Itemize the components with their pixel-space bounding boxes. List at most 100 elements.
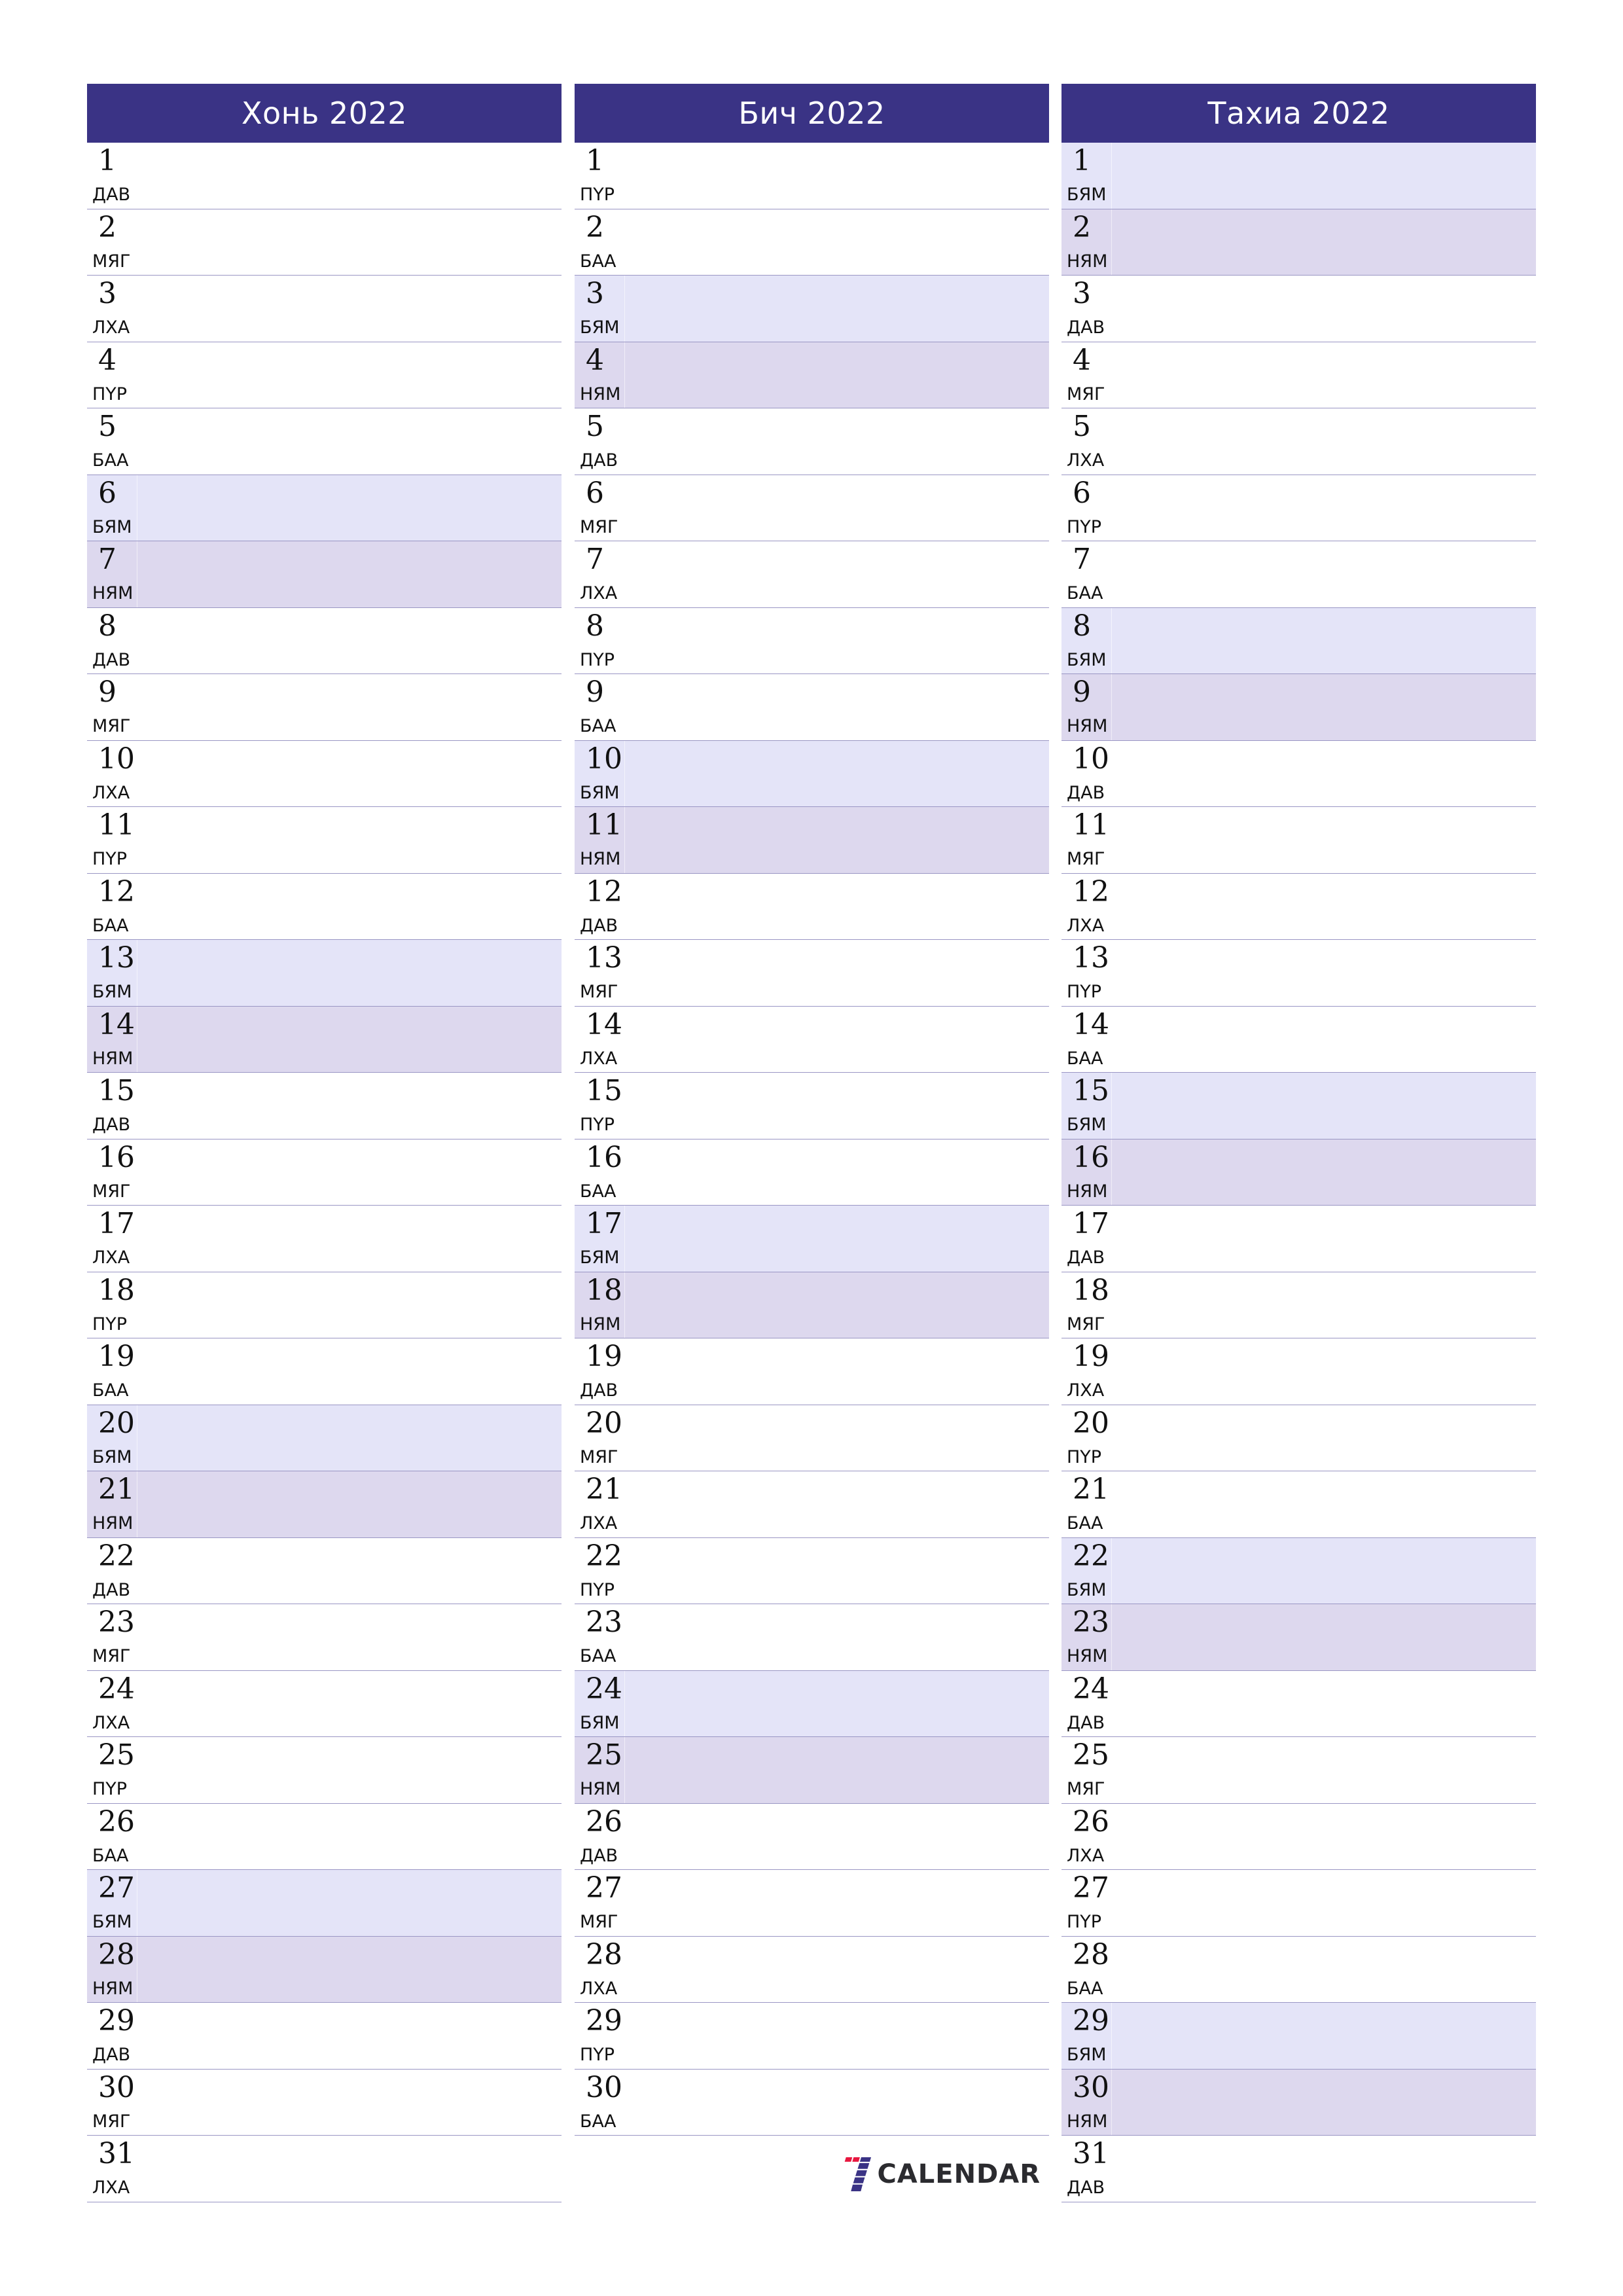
row-separator <box>624 873 625 939</box>
weekday-label: БАА <box>92 915 129 936</box>
weekday-label: БАА <box>580 2111 616 2132</box>
weekday-label: МЯГ <box>92 1181 131 1202</box>
weekday-label: БЯМ <box>1067 1115 1107 1135</box>
month-header: Тахиа 2022 <box>1061 84 1536 143</box>
seven-logo-icon <box>844 2157 872 2192</box>
day-number: 29 <box>586 2004 622 2037</box>
row-separator <box>624 1803 625 1869</box>
weekday-label: БЯМ <box>580 317 620 338</box>
day-number: 15 <box>586 1074 622 1107</box>
day-number: 7 <box>586 543 604 576</box>
weekday-label: БАА <box>92 1380 129 1401</box>
weekday-label: НЯМ <box>580 1779 621 1799</box>
weekday-label: БЯМ <box>1067 2045 1107 2065</box>
day-number: 15 <box>98 1074 135 1107</box>
day-number: 26 <box>98 1804 135 1839</box>
day-row: 4 МЯГ <box>1061 342 1536 408</box>
day-number: 7 <box>98 543 116 576</box>
day-row: 4 НЯМ <box>575 342 1049 408</box>
day-number: 24 <box>98 1672 135 1706</box>
day-number: 18 <box>586 1273 622 1307</box>
day-number: 2 <box>98 210 116 244</box>
day-number: 25 <box>98 1738 135 1772</box>
row-separator <box>624 607 625 673</box>
row-separator <box>1111 209 1112 275</box>
day-number: 6 <box>98 476 116 510</box>
row-separator <box>1111 2136 1112 2202</box>
day-number: 9 <box>586 675 604 709</box>
weekday-label: ДАВ <box>1067 1712 1105 1733</box>
day-number: 19 <box>586 1340 622 1373</box>
day-number: 26 <box>586 1804 622 1839</box>
weekday-label: ПҮР <box>1067 982 1102 1002</box>
day-row: 18 ПҮР <box>87 1272 562 1338</box>
day-number: 7 <box>1073 543 1091 576</box>
row-separator <box>624 1073 625 1139</box>
day-row: 13 ПҮР <box>1061 940 1536 1007</box>
day-row: 16 НЯМ <box>1061 1139 1536 1206</box>
row-separator <box>1111 1803 1112 1869</box>
day-number: 22 <box>1073 1539 1109 1573</box>
month-column-2: Бич 2022 1 ПҮР 2 БАА 3 БЯМ 4 НЯМ 5 ДАВ 6 МЯГ 7 ЛХА 8 ПҮ… <box>575 84 1049 2136</box>
day-row: 22 ДАВ <box>87 1537 562 1604</box>
weekday-label: ПҮР <box>1067 516 1102 537</box>
day-number: 21 <box>1073 1473 1109 1506</box>
day-number: 13 <box>98 941 135 975</box>
day-number: 1 <box>98 144 116 177</box>
weekday-label: БЯМ <box>580 782 620 803</box>
day-number: 2 <box>1073 210 1091 244</box>
day-list: 1 ДАВ 2 МЯГ 3 ЛХА 4 ПҮР 5 БАА 6 БЯМ 7 НЯМ 8 ДАВ 9 МЯГ 10 ЛХ… <box>87 143 562 2202</box>
row-separator <box>624 1471 625 1537</box>
row-separator <box>1111 143 1112 209</box>
weekday-label: БЯМ <box>1067 185 1107 205</box>
day-row: 22 БЯМ <box>1061 1537 1536 1604</box>
weekday-label: ЛХА <box>1067 1845 1105 1866</box>
row-separator <box>624 1338 625 1405</box>
row-separator <box>624 209 625 275</box>
weekday-label: ЛХА <box>580 1978 618 1999</box>
row-separator <box>1111 1737 1112 1803</box>
month-title: Бич 2022 <box>738 96 885 131</box>
row-separator <box>624 475 625 541</box>
day-number: 21 <box>98 1473 135 1506</box>
weekday-label: БАА <box>1067 583 1103 603</box>
day-row: 25 ПҮР <box>87 1737 562 1804</box>
day-number: 5 <box>586 410 604 443</box>
day-number: 10 <box>98 742 135 776</box>
month-header: Бич 2022 <box>575 84 1049 143</box>
day-number: 16 <box>1073 1140 1109 1174</box>
day-row: 22 ПҮР <box>575 1537 1049 1604</box>
weekday-label: ЛХА <box>580 1513 618 1534</box>
weekday-label: БЯМ <box>580 1247 620 1268</box>
brand-logo: CALENDAR <box>844 2148 1041 2200</box>
day-number: 25 <box>1073 1738 1109 1772</box>
day-list: 1 ПҮР 2 БАА 3 БЯМ 4 НЯМ 5 ДАВ 6 МЯГ 7 ЛХА 8 ПҮР 9 БАА 10 БЯ… <box>575 143 1049 2136</box>
row-separator <box>1111 940 1112 1006</box>
day-number: 24 <box>1073 1672 1109 1706</box>
day-number: 20 <box>1073 1406 1109 1440</box>
row-separator <box>624 1206 625 1272</box>
weekday-label: НЯМ <box>580 1314 621 1335</box>
row-separator <box>1111 1537 1112 1604</box>
day-number: 19 <box>1073 1340 1109 1373</box>
day-number: 27 <box>98 1871 135 1905</box>
day-row: 31 ДАВ <box>1061 2136 1536 2202</box>
weekday-label: НЯМ <box>92 1513 134 1534</box>
weekday-label: БАА <box>1067 1048 1103 1069</box>
weekday-label: ДАВ <box>1067 1247 1105 1268</box>
day-number: 15 <box>1073 1074 1109 1107</box>
row-separator <box>1111 674 1112 740</box>
row-separator <box>624 1670 625 1736</box>
row-separator <box>624 1936 625 2002</box>
day-number: 17 <box>1073 1207 1109 1240</box>
weekday-label: БАА <box>580 251 616 272</box>
row-separator <box>624 1537 625 1604</box>
day-row: 25 МЯГ <box>1061 1737 1536 1804</box>
day-row: 14 ЛХА <box>575 1006 1049 1073</box>
weekday-label: БЯМ <box>92 1912 132 1932</box>
day-row: 27 БЯМ <box>87 1870 562 1937</box>
day-number: 11 <box>98 808 135 842</box>
row-separator <box>1111 607 1112 673</box>
day-number: 30 <box>1073 2070 1109 2104</box>
day-number: 20 <box>98 1406 135 1440</box>
